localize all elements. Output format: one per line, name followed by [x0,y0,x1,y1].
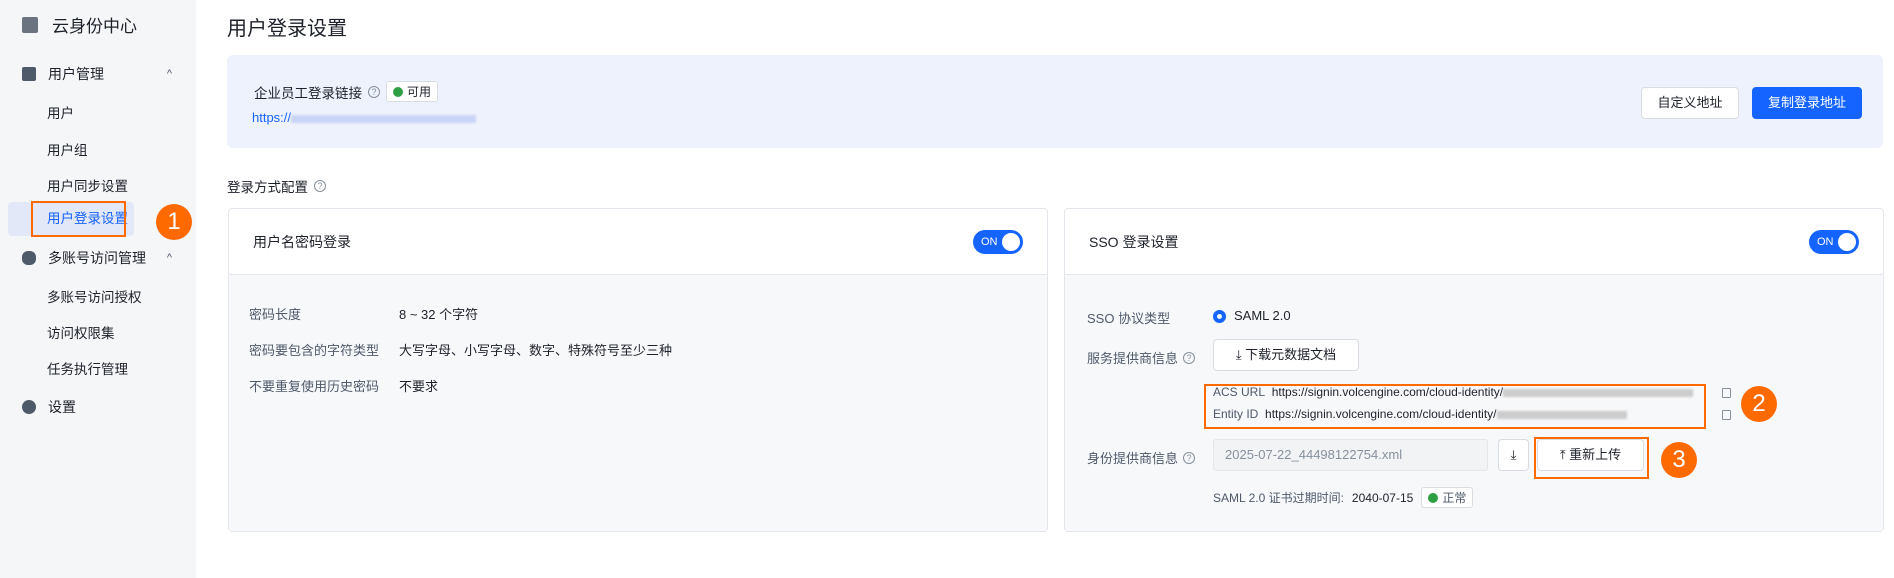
setting-row: 密码长度 8 ~ 32 个字符 [249,307,479,322]
download-icon: ⤓ [1510,447,1517,462]
sso-login-card: SSO 登录设置 ON SSO 协议类型 SAML 2.0 服务提供商信息? ⤓ … [1064,208,1884,532]
protocol-label: SSO 协议类型 [1087,311,1171,326]
sidebar-item-permission-sets[interactable]: 访问权限集 [47,322,115,342]
gear-icon [22,400,36,414]
idp-file-field: 2025-07-22_44498122754.xml [1213,439,1488,471]
sp-label: 服务提供商信息 [1087,351,1179,366]
download-metadata-button[interactable]: ⤓ 下载元数据文档 [1213,339,1359,371]
download-idp-button[interactable]: ⤓ [1498,439,1529,471]
copy-icon[interactable] [1722,410,1731,420]
chevron-up-icon: ^ [166,68,172,80]
sso-login-toggle[interactable]: ON [1809,229,1859,254]
copy-icon[interactable] [1722,388,1731,398]
check-circle-icon [393,86,403,97]
chevron-up-icon: ^ [166,252,172,264]
sidebar-group-settings[interactable]: 设置 [22,397,172,417]
custom-address-button[interactable]: 自定义地址 [1641,87,1739,119]
help-icon[interactable]: ? [314,180,326,192]
redacted-text [291,114,477,123]
download-icon: ⤓ [1235,347,1246,362]
login-link-label: 企业员工登录链接 [254,85,362,101]
help-icon[interactable]: ? [1183,451,1196,464]
identity-logo-icon [22,16,38,33]
step-marker-2: 2 [1741,386,1777,422]
password-login-toggle[interactable]: ON [973,229,1023,254]
help-icon[interactable]: ? [368,85,380,98]
cert-status-badge: 正常 [1421,487,1474,508]
section-title: 登录方式配置? [227,176,326,196]
login-url-link[interactable]: https:// [252,110,477,125]
sidebar-group-multi-account[interactable]: 多账号访问管理 ^ [22,248,172,268]
idp-label: 身份提供商信息 [1087,451,1179,466]
shield-icon [22,251,36,265]
status-badge: 可用 [386,81,439,102]
radio-selected-icon [1213,310,1226,324]
sidebar-item-access-grants[interactable]: 多账号访问授权 [47,286,142,306]
check-circle-icon [1428,492,1439,503]
highlight-box-1 [31,201,126,237]
sidebar-item-user-sync[interactable]: 用户同步设置 [47,175,128,195]
saml-radio[interactable]: SAML 2.0 [1213,308,1291,324]
sidebar-item-tasks[interactable]: 任务执行管理 [47,358,128,378]
step-marker-3: 3 [1661,442,1697,478]
login-link-card: 企业员工登录链接? 可用 https:// 自定义地址 复制登录地址 [227,55,1883,148]
page-title: 用户登录设置 [227,18,347,40]
sidebar: 云身份中心 用户管理 ^ 用户 用户组 用户同步设置 用户登录设置 多账号访问管理… [0,0,196,578]
help-icon[interactable]: ? [1183,351,1196,364]
brand: 云身份中心 [22,12,137,37]
sidebar-item-users[interactable]: 用户 [47,102,74,122]
sidebar-group-user-management[interactable]: 用户管理 ^ [22,64,172,84]
password-login-card: 用户名密码登录 ON 密码长度 8 ~ 32 个字符 密码要包含的字符类型 大写字母、… [228,208,1048,532]
highlight-box-2 [1204,384,1706,429]
step-marker-1: 1 [156,204,192,240]
cert-expiry-date: 2040-07-15 [1351,490,1414,505]
user-icon [22,67,36,81]
setting-row: 密码要包含的字符类型 大写字母、小写字母、数字、特殊符号至少三种 [249,343,673,358]
setting-row: 不要重复使用历史密码 不要求 [249,379,439,394]
copy-login-address-button[interactable]: 复制登录地址 [1752,87,1862,119]
sidebar-item-user-groups[interactable]: 用户组 [47,139,88,159]
highlight-box-3 [1534,437,1649,479]
